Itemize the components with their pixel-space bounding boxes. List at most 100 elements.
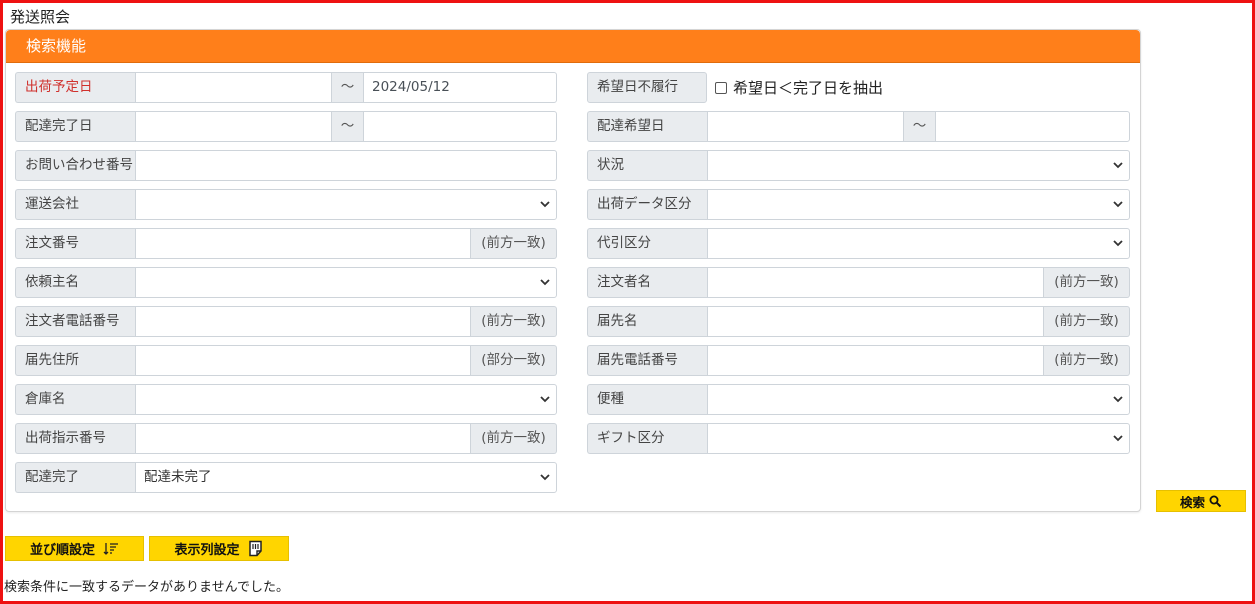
ship-date-from-input[interactable]: [135, 72, 331, 103]
checkbox-box[interactable]: [715, 81, 727, 94]
desired-date-label: 配達希望日: [587, 111, 707, 142]
chevron-down-icon: [540, 474, 550, 481]
inquiry-no-input[interactable]: [135, 150, 557, 181]
service-type-select[interactable]: [707, 384, 1130, 415]
orderer-name-row: 注文者名 (前方一致): [587, 267, 1130, 298]
search-panel-header: 検索機能: [6, 30, 1140, 63]
carrier-label: 運送会社: [15, 189, 135, 220]
cod-type-label: 代引区分: [587, 228, 707, 259]
delivered-date-row: 配達完了日 ～: [15, 111, 557, 142]
desired-date-separator: ～: [903, 111, 935, 142]
carrier-row: 運送会社: [15, 189, 557, 220]
sort-settings-button[interactable]: 並び順設定: [5, 536, 144, 561]
ship-instruction-no-match-hint: (前方一致): [471, 423, 557, 454]
service-type-label: 便種: [587, 384, 707, 415]
delivery-done-row: 配達完了 配達未完了: [15, 462, 557, 493]
desired-date-to-input[interactable]: [935, 111, 1130, 142]
dest-phone-label: 届先電話番号: [587, 345, 707, 376]
dest-phone-row: 届先電話番号 (前方一致): [587, 345, 1130, 376]
warehouse-row: 倉庫名: [15, 384, 557, 415]
ship-instruction-no-input[interactable]: [135, 423, 471, 454]
desired-unfulfilled-label: 希望日不履行: [587, 72, 707, 103]
delivered-date-to-input[interactable]: [363, 111, 557, 142]
client-name-label: 依頼主名: [15, 267, 135, 298]
delivery-done-label: 配達完了: [15, 462, 135, 493]
desired-date-row: 配達希望日 ～: [587, 111, 1130, 142]
dest-address-label: 届先住所: [15, 345, 135, 376]
ship-data-type-row: 出荷データ区分: [587, 189, 1130, 220]
orderer-phone-match-hint: (前方一致): [471, 306, 557, 337]
ship-instruction-no-label: 出荷指示番号: [15, 423, 135, 454]
ship-date-label: 出荷予定日: [15, 72, 135, 103]
cod-type-select[interactable]: [707, 228, 1130, 259]
ship-date-row: 出荷予定日 ～ 2024/05/12: [15, 72, 557, 103]
status-select[interactable]: [707, 150, 1130, 181]
cod-type-row: 代引区分: [587, 228, 1130, 259]
no-results-message: 検索条件に一致するデータがありませんでした。: [4, 580, 289, 595]
warehouse-select[interactable]: [135, 384, 557, 415]
delivered-date-label: 配達完了日: [15, 111, 135, 142]
carrier-select[interactable]: [135, 189, 557, 220]
orderer-name-match-hint: (前方一致): [1044, 267, 1130, 298]
delivered-date-separator: ～: [331, 111, 363, 142]
search-button[interactable]: 検索: [1156, 490, 1246, 512]
client-name-select[interactable]: [135, 267, 557, 298]
column-settings-icon: [248, 540, 262, 557]
delivery-done-select[interactable]: 配達未完了: [135, 462, 557, 493]
dest-phone-match-hint: (前方一致): [1044, 345, 1130, 376]
dest-name-label: 届先名: [587, 306, 707, 337]
service-type-row: 便種: [587, 384, 1130, 415]
chevron-down-icon: [1113, 201, 1123, 208]
gift-type-select[interactable]: [707, 423, 1130, 454]
ship-data-type-select[interactable]: [707, 189, 1130, 220]
orderer-phone-label: 注文者電話番号: [15, 306, 135, 337]
delivered-date-from-input[interactable]: [135, 111, 331, 142]
chevron-down-icon: [540, 396, 550, 403]
column-settings-label: 表示列設定: [174, 543, 240, 558]
dest-address-row: 届先住所 (部分一致): [15, 345, 557, 376]
gift-type-label: ギフト区分: [587, 423, 707, 454]
sort-settings-label: 並び順設定: [29, 543, 95, 558]
desired-unfulfilled-checkbox[interactable]: 希望日＜完了日を抽出: [707, 72, 883, 103]
ship-date-separator: ～: [331, 72, 363, 103]
dest-name-input[interactable]: [707, 306, 1044, 337]
magnifier-icon: [1209, 495, 1222, 507]
gift-type-row: ギフト区分: [587, 423, 1130, 454]
orderer-name-input[interactable]: [707, 267, 1044, 298]
chevron-down-icon: [1113, 435, 1123, 442]
status-label: 状況: [587, 150, 707, 181]
status-row: 状況: [587, 150, 1130, 181]
inquiry-no-row: お問い合わせ番号: [15, 150, 557, 181]
order-no-row: 注文番号 (前方一致): [15, 228, 557, 259]
client-name-row: 依頼主名: [15, 267, 557, 298]
order-no-label: 注文番号: [15, 228, 135, 259]
chevron-down-icon: [540, 279, 550, 286]
page-title: 発送照会: [10, 8, 71, 26]
column-settings-button[interactable]: 表示列設定: [149, 536, 289, 561]
inquiry-no-label: お問い合わせ番号: [15, 150, 135, 181]
desired-date-from-input[interactable]: [707, 111, 903, 142]
warehouse-label: 倉庫名: [15, 384, 135, 415]
chevron-down-icon: [1113, 240, 1123, 247]
dest-phone-input[interactable]: [707, 345, 1044, 376]
desired-unfulfilled-checkbox-label: 希望日＜完了日を抽出: [733, 79, 884, 97]
dest-address-input[interactable]: [135, 345, 471, 376]
orderer-phone-input[interactable]: [135, 306, 471, 337]
order-no-input[interactable]: [135, 228, 471, 259]
dest-name-match-hint: (前方一致): [1044, 306, 1130, 337]
chevron-down-icon: [540, 201, 550, 208]
dest-name-row: 届先名 (前方一致): [587, 306, 1130, 337]
order-no-match-hint: (前方一致): [471, 228, 557, 259]
dest-address-match-hint: (部分一致): [471, 345, 557, 376]
search-button-label: 検索: [1179, 494, 1205, 510]
ship-data-type-label: 出荷データ区分: [587, 189, 707, 220]
orderer-phone-row: 注文者電話番号 (前方一致): [15, 306, 557, 337]
chevron-down-icon: [1113, 396, 1123, 403]
delivery-done-select-value: 配達未完了: [144, 469, 212, 485]
orderer-name-label: 注文者名: [587, 267, 707, 298]
chevron-down-icon: [1113, 162, 1123, 169]
desired-unfulfilled-row: 希望日不履行 希望日＜完了日を抽出: [587, 72, 1130, 103]
ship-date-to-input[interactable]: 2024/05/12: [363, 72, 557, 103]
ship-instruction-no-row: 出荷指示番号 (前方一致): [15, 423, 557, 454]
sort-icon: [103, 542, 118, 555]
